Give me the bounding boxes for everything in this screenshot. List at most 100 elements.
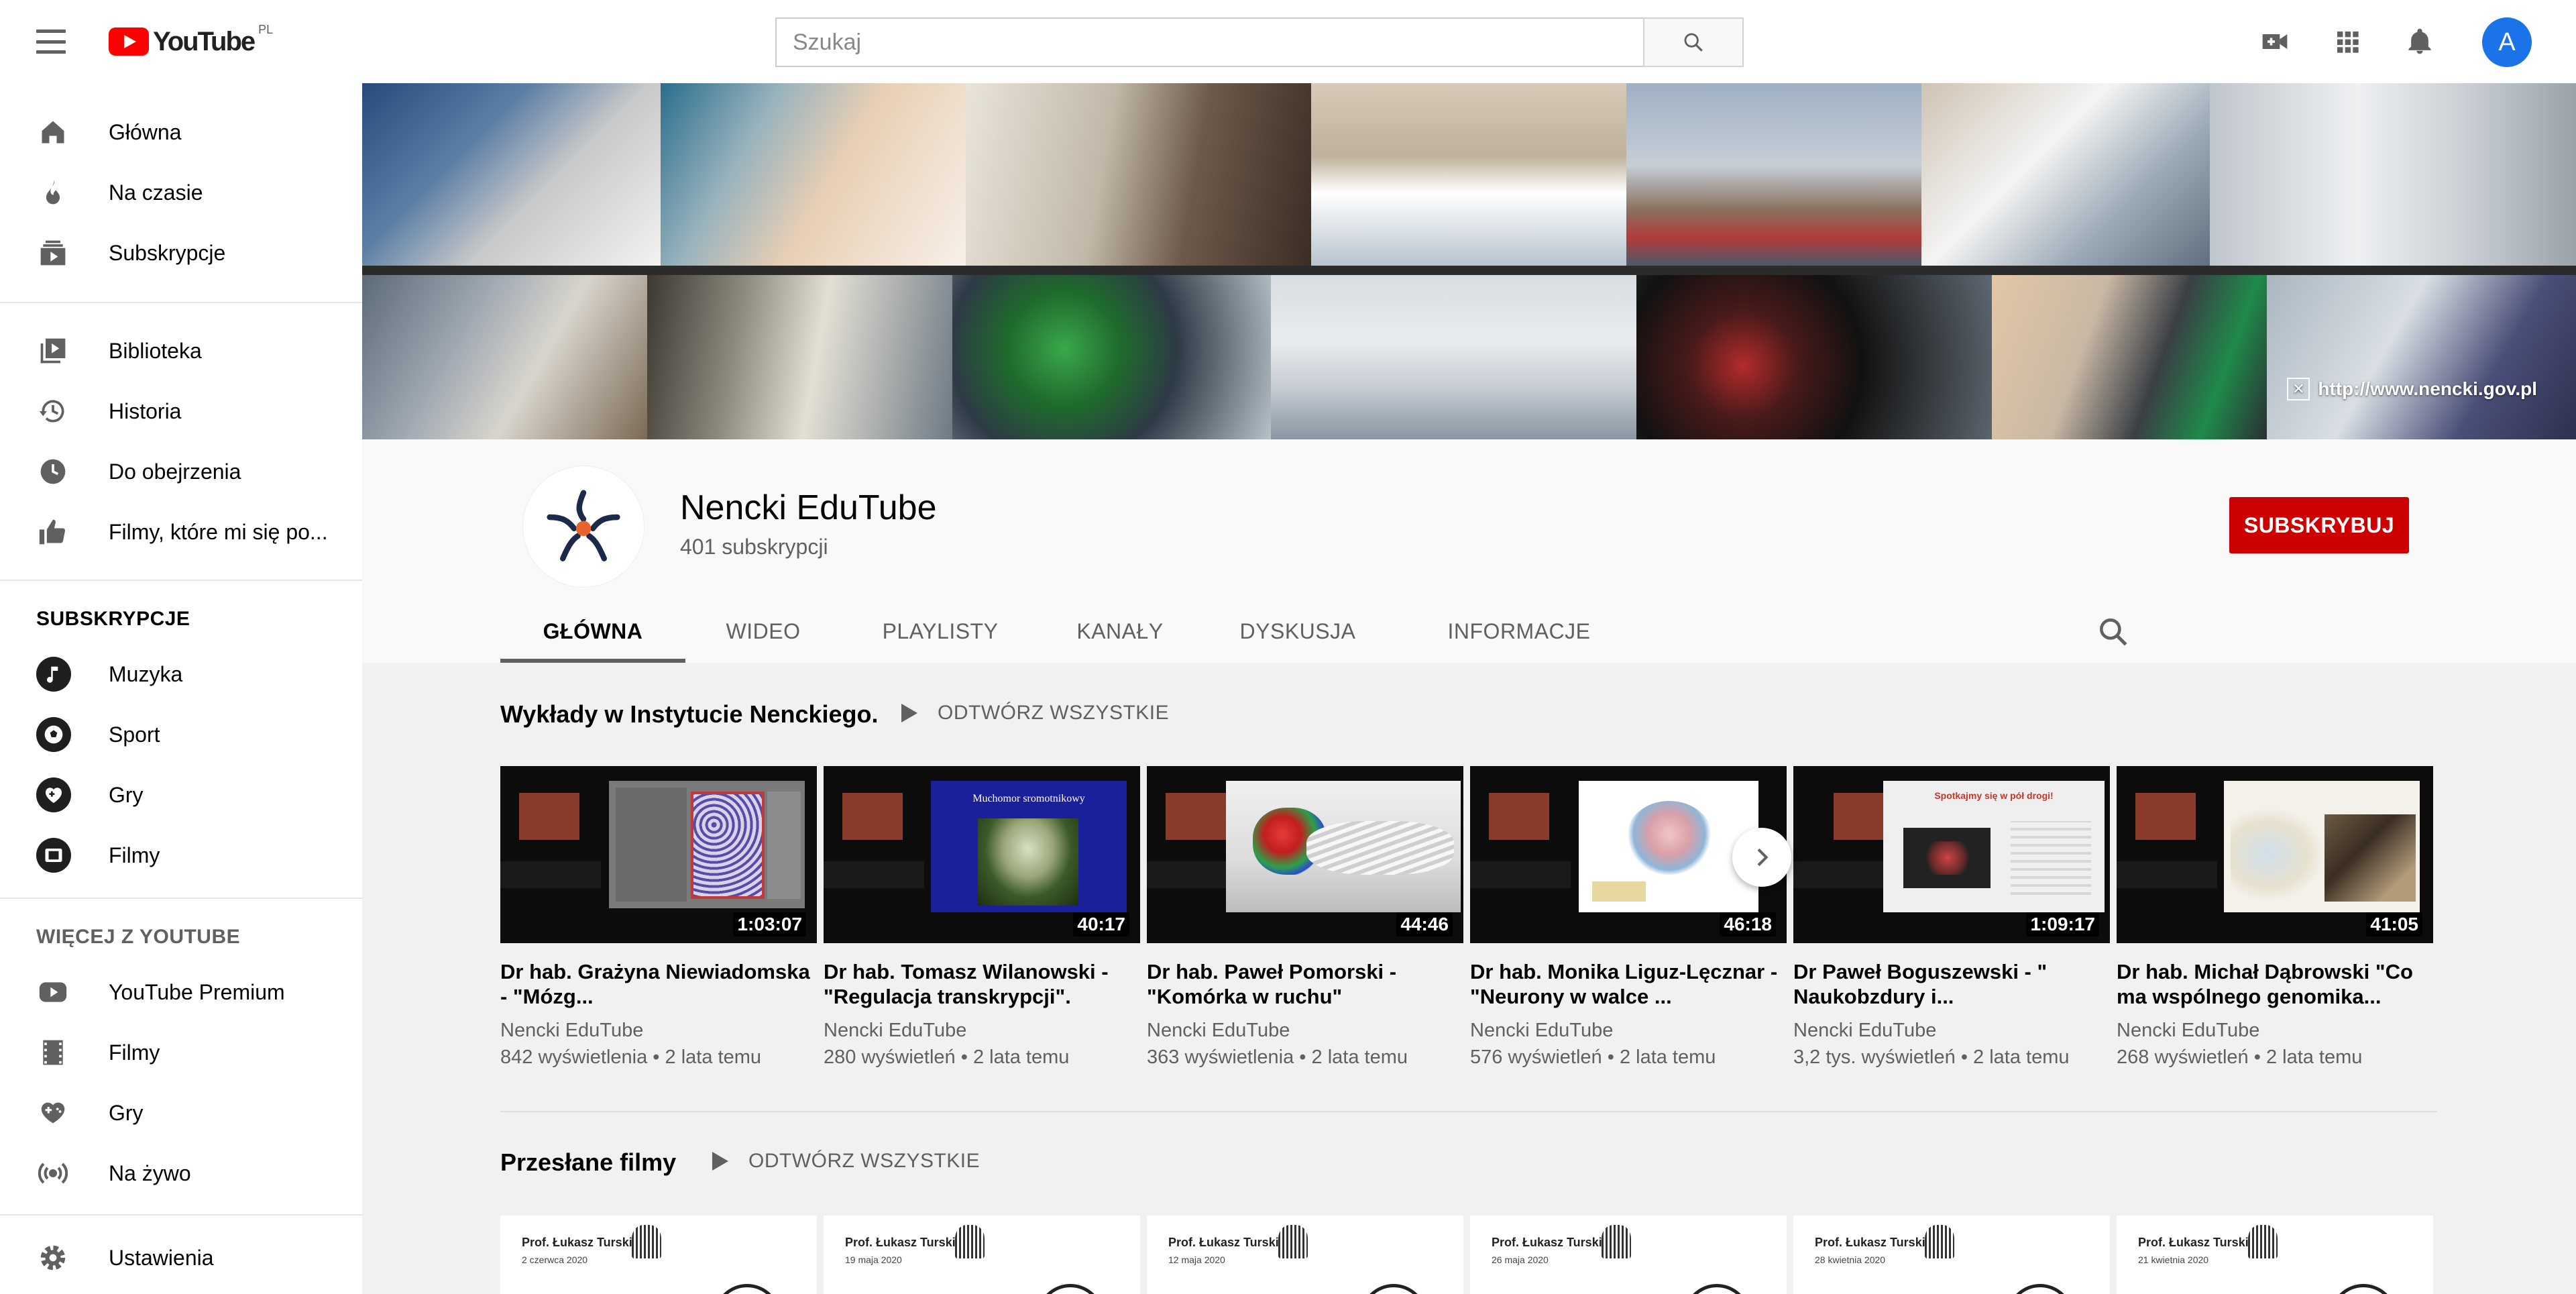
video-card[interactable]: Spotkajmy się w pół drogi! 1:09:17 Dr Pa… <box>1793 766 2110 1071</box>
notifications-icon[interactable] <box>2404 25 2436 58</box>
settings-icon <box>36 1241 70 1275</box>
sidebar-item-label: Na czasie <box>109 180 203 205</box>
sidebar-item-label: Subskrypcje <box>109 240 226 265</box>
banner-photo <box>952 275 1271 439</box>
video-channel[interactable]: Nencki EduTube <box>1147 1017 1463 1044</box>
tab-about[interactable]: INFORMACJE <box>1395 600 1643 663</box>
sidebar-sub-sport[interactable]: Sport <box>0 704 362 765</box>
lecture-slide <box>2224 781 2420 912</box>
tab-playlists[interactable]: PLAYLISTY <box>841 600 1040 663</box>
youtube-logo[interactable]: YouTube PL <box>109 23 273 56</box>
shelf-title[interactable]: Wykłady w Instytucie Nenckiego. <box>500 700 879 729</box>
thumbnail-scene <box>519 793 579 840</box>
upload-speaker: Prof. Łukasz Turski <box>845 1236 956 1249</box>
thumbs-up-icon <box>36 515 70 549</box>
video-stats: 363 wyświetlenia • 2 lata temu <box>1147 1046 1408 1068</box>
video-channel[interactable]: Nencki EduTube <box>824 1017 1140 1044</box>
play-circle-icon <box>1037 1284 1104 1294</box>
channel-avatar[interactable] <box>523 466 644 587</box>
video-thumbnail[interactable]: 1:03:07 <box>500 766 817 943</box>
create-video-icon[interactable] <box>2259 25 2291 58</box>
sidebar-item-youtube-premium[interactable]: YouTube Premium <box>0 962 362 1022</box>
sidebar-item-home[interactable]: Główna <box>0 102 362 162</box>
banner-url-text: http://www.nencki.gov.pl <box>2318 378 2537 399</box>
video-channel[interactable]: Nencki EduTube <box>1793 1017 2110 1044</box>
banner-photo <box>1311 83 1626 266</box>
subscribe-button[interactable]: SUBSKRYBUJ <box>2229 497 2409 553</box>
sidebar-item-settings[interactable]: Ustawienia <box>0 1228 362 1288</box>
video-duration: 46:18 <box>1720 912 1776 936</box>
sidebar-item-history[interactable]: Historia <box>0 381 362 441</box>
sidebar-sub-movies[interactable]: Filmy <box>0 825 362 885</box>
chevron-right-icon <box>1757 848 1769 867</box>
video-title[interactable]: Dr hab. Paweł Pomorski - "Komórka w ruch… <box>1147 959 1463 1009</box>
upload-thumbnail[interactable]: Prof. Łukasz Turski 26 maja 2020 <box>1470 1216 1787 1294</box>
video-channel[interactable]: Nencki EduTube <box>500 1017 817 1044</box>
history-icon <box>36 394 70 428</box>
video-title[interactable]: Dr hab. Monika Liguz-Lęcznar - "Neurony … <box>1470 959 1787 1009</box>
video-views: 576 wyświetleń <box>1470 1046 1602 1068</box>
sidebar: Główna Na czasie Subskrypcje Biblioteka … <box>0 83 362 1294</box>
video-thumbnail[interactable]: 41:05 <box>2117 766 2433 943</box>
upload-thumbnail[interactable]: Prof. Łukasz Turski 2 czerwca 2020 <box>500 1216 817 1294</box>
sidebar-item-library[interactable]: Biblioteka <box>0 321 362 381</box>
channel-search-icon[interactable] <box>2096 615 2130 649</box>
menu-icon[interactable] <box>36 30 66 54</box>
apps-icon[interactable] <box>2331 25 2363 58</box>
account-avatar[interactable]: A <box>2482 17 2532 67</box>
video-channel[interactable]: Nencki EduTube <box>2117 1017 2433 1044</box>
tab-discussion[interactable]: DYSKUSJA <box>1200 600 1395 663</box>
video-views: 363 wyświetlenia <box>1147 1046 1294 1068</box>
video-title[interactable]: Dr hab. Grażyna Niewiadomska - "Mózg... <box>500 959 817 1009</box>
gaming-icon <box>36 777 71 812</box>
video-thumbnail[interactable]: Spotkajmy się w pół drogi! 1:09:17 <box>1793 766 2110 943</box>
video-title[interactable]: Dr Paweł Boguszewski - " Naukobzdury i..… <box>1793 959 2110 1009</box>
video-card[interactable]: 1:03:07 Dr hab. Grażyna Niewiadomska - "… <box>500 766 817 1071</box>
sidebar-item-trending[interactable]: Na czasie <box>0 162 362 223</box>
thumbnail-scene <box>842 793 903 840</box>
upload-thumbnail[interactable]: Prof. Łukasz Turski 28 kwietnia 2020 <box>1793 1216 2110 1294</box>
play-all-label: ODTWÓRZ WSZYSTKIE <box>748 1150 981 1172</box>
video-duration: 1:09:17 <box>2026 912 2099 936</box>
video-card[interactable]: 41:05 Dr hab. Michał Dąbrowski "Co ma ws… <box>2117 766 2433 1071</box>
sidebar-item-gaming[interactable]: Gry <box>0 1083 362 1143</box>
building-logo-icon <box>1278 1225 1308 1258</box>
sidebar-item-movies[interactable]: Filmy <box>0 1022 362 1083</box>
video-channel[interactable]: Nencki EduTube <box>1470 1017 1787 1044</box>
tab-home[interactable]: GŁÓWNA <box>500 600 685 663</box>
thumbnail-scene <box>1489 793 1549 840</box>
video-card[interactable]: Muchomor sromotnikowy 40:17 Dr hab. Toma… <box>824 766 1140 1071</box>
video-thumbnail[interactable]: Muchomor sromotnikowy 40:17 <box>824 766 1140 943</box>
tab-videos[interactable]: WIDEO <box>685 600 841 663</box>
upload-speaker: Prof. Łukasz Turski <box>1492 1236 1602 1249</box>
sidebar-sub-gaming[interactable]: Gry <box>0 765 362 825</box>
sidebar-sub-music[interactable]: Muzyka <box>0 644 362 704</box>
upload-thumbnail[interactable]: Prof. Łukasz Turski 12 maja 2020 <box>1147 1216 1463 1294</box>
play-all-button[interactable]: ODTWÓRZ WSZYSTKIE <box>712 1150 980 1173</box>
play-all-button[interactable]: ODTWÓRZ WSZYSTKIE <box>901 702 1169 724</box>
masthead: YouTube PL A <box>0 0 2576 83</box>
upload-thumbnail[interactable]: Prof. Łukasz Turski 21 kwietnia 2020 <box>2117 1216 2433 1294</box>
banner-link[interactable]: ✕ http://www.nencki.gov.pl <box>2287 378 2537 400</box>
search-input[interactable] <box>775 17 1643 67</box>
video-title[interactable]: Dr hab. Michał Dąbrowski "Co ma wspólneg… <box>2117 959 2433 1009</box>
sidebar-item-subscriptions[interactable]: Subskrypcje <box>0 223 362 283</box>
tab-channels[interactable]: KANAŁY <box>1040 600 1200 663</box>
sidebar-item-label: Muzyka <box>109 661 183 686</box>
banner-photo <box>1626 83 1921 266</box>
upload-thumbnail[interactable]: Prof. Łukasz Turski 19 maja 2020 <box>824 1216 1140 1294</box>
sidebar-item-live[interactable]: Na żywo <box>0 1143 362 1203</box>
upload-date: 19 maja 2020 <box>845 1254 902 1265</box>
video-thumbnail[interactable]: 44:46 <box>1147 766 1463 943</box>
slide-title: Spotkajmy się w pół drogi! <box>1934 790 2054 801</box>
video-title[interactable]: Dr hab. Tomasz Wilanowski - "Regulacja t… <box>824 959 1140 1009</box>
shelf-next-button[interactable] <box>1732 828 1791 887</box>
sidebar-item-liked-videos[interactable]: Filmy, które mi się po... <box>0 502 362 562</box>
video-card[interactable]: 46:18 Dr hab. Monika Liguz-Lęcznar - "Ne… <box>1470 766 1787 1071</box>
search-button[interactable] <box>1643 17 1744 67</box>
shelf-title[interactable]: Przesłane filmy <box>500 1148 676 1177</box>
video-card[interactable]: 44:46 Dr hab. Paweł Pomorski - "Komórka … <box>1147 766 1463 1071</box>
sidebar-item-watch-later[interactable]: Do obejrzenia <box>0 441 362 502</box>
thumbnail-scene <box>500 861 601 888</box>
video-meta: Nencki EduTube 842 wyświetlenia • 2 lata… <box>500 1017 817 1071</box>
